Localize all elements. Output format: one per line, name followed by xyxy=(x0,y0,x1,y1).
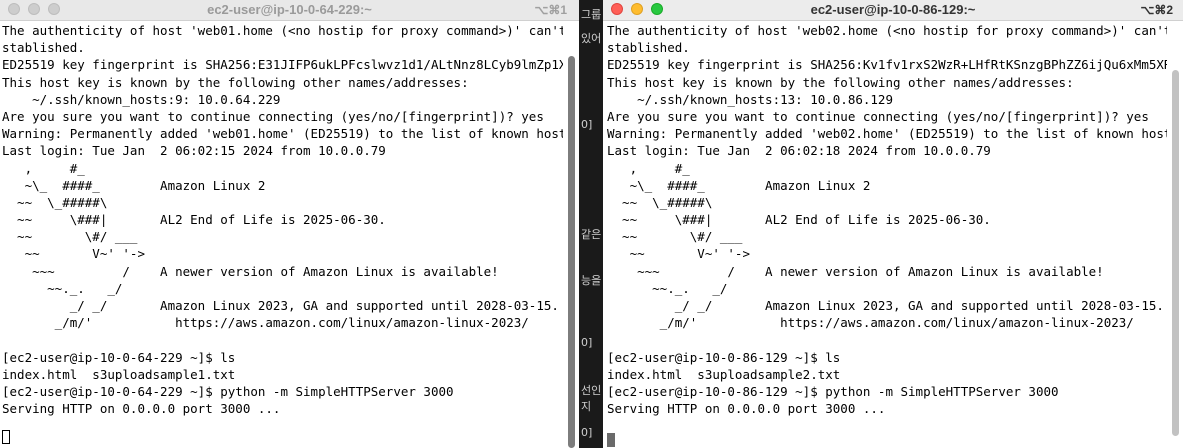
titlebar[interactable]: ec2-user@ip-10-0-86-129:~ ⌥⌘2 xyxy=(603,0,1183,21)
terminal-output[interactable]: The authenticity of host 'web01.home (<n… xyxy=(2,22,563,448)
terminal-line: _/ _/ Amazon Linux 2023, GA and supporte… xyxy=(607,298,1164,313)
terminal-cursor xyxy=(2,430,10,444)
terminal-line: _/m/' https://aws.amazon.com/linux/amazo… xyxy=(607,315,1134,331)
background-text: 같은 xyxy=(581,228,602,241)
terminal-line: ~~._. _/ xyxy=(2,280,123,296)
background-text: 0] xyxy=(581,336,593,349)
background-text: 그룹 xyxy=(581,8,602,21)
terminal-line: This host key is known by the following … xyxy=(607,74,1074,90)
background-text: 능을 xyxy=(581,274,602,287)
terminal-cursor xyxy=(607,433,615,447)
terminal-line: Are you sure you want to continue connec… xyxy=(2,108,544,124)
background-text: 있어 xyxy=(581,32,602,45)
terminal-line: ~/.ssh/known_hosts:9: 10.0.64.229 xyxy=(2,91,281,107)
terminal-line: Warning: Permanently added 'web01.home' … xyxy=(2,126,563,142)
window-shortcut: ⌥⌘1 xyxy=(534,3,567,17)
terminal-line: , #_ xyxy=(607,160,690,176)
window-title: ec2-user@ip-10-0-86-129:~ xyxy=(810,2,976,17)
terminal-line: ED25519 key fingerprint is SHA256:E31JIF… xyxy=(2,57,563,73)
terminal-line: Last login: Tue Jan 2 06:02:18 2024 from… xyxy=(607,143,991,159)
terminal-line: stablished. xyxy=(2,40,85,56)
background-window-strip: 그룹 있어 0] 같은 능을 0] 선인지 0] xyxy=(579,0,603,448)
terminal-line: ~~ \###| AL2 End of Life is 2025-06-30. xyxy=(607,212,991,228)
terminal-line: stablished. xyxy=(607,40,690,56)
terminal-line: This host key is known by the following … xyxy=(2,74,469,90)
terminal-line: ~~ \_#####\ xyxy=(2,194,108,210)
terminal-line: ~~ V~' '-> xyxy=(607,246,750,262)
background-text: 0] xyxy=(581,426,593,439)
terminal-line: ~/.ssh/known_hosts:13: 10.0.86.129 xyxy=(607,91,893,107)
terminal-window-2[interactable]: ec2-user@ip-10-0-86-129:~ ⌥⌘2 The authen… xyxy=(603,0,1183,448)
window-shortcut: ⌥⌘2 xyxy=(1140,3,1173,17)
terminal-line: ~~ V~' '-> xyxy=(2,246,145,262)
terminal-line: _/m/' https://aws.amazon.com/linux/amazo… xyxy=(2,315,529,331)
titlebar[interactable]: ec2-user@ip-10-0-64-229:~ ⌥⌘1 xyxy=(0,0,579,21)
terminal-line: Warning: Permanently added 'web02.home' … xyxy=(607,126,1167,142)
terminal-line: _/ _/ Amazon Linux 2023, GA and supporte… xyxy=(2,298,559,313)
terminal-line: ~\_ ####_ Amazon Linux 2 xyxy=(2,177,266,193)
terminal-line: [ec2-user@ip-10-0-64-229 ~]$ python -m S… xyxy=(2,383,454,399)
terminal-line: [ec2-user@ip-10-0-64-229 ~]$ ls xyxy=(2,349,236,365)
terminal-line: ~~ \#/ ___ xyxy=(607,229,743,245)
background-text: 선인지 xyxy=(581,384,602,413)
terminal-line: ED25519 key fingerprint is SHA256:Kv1fv1… xyxy=(607,57,1167,73)
terminal-line: ~~ \_#####\ xyxy=(607,194,713,210)
terminal-line: Last login: Tue Jan 2 06:02:15 2024 from… xyxy=(2,143,386,159)
terminal-line: Serving HTTP on 0.0.0.0 port 3000 ... xyxy=(2,401,281,417)
terminal-line: Serving HTTP on 0.0.0.0 port 3000 ... xyxy=(607,401,886,417)
background-text: 0] xyxy=(581,118,593,131)
terminal-line: index.html s3uploadsample2.txt xyxy=(607,366,841,382)
terminal-line: ~~~ / A newer version of Amazon Linux is… xyxy=(607,263,1104,279)
window-title: ec2-user@ip-10-0-64-229:~ xyxy=(207,2,372,17)
terminal-window-1[interactable]: ec2-user@ip-10-0-64-229:~ ⌥⌘1 The authen… xyxy=(0,0,579,448)
terminal-line: [ec2-user@ip-10-0-86-129 ~]$ ls xyxy=(607,349,841,365)
scrollbar-thumb[interactable] xyxy=(568,56,575,448)
scrollbar[interactable] xyxy=(1169,22,1183,448)
terminal-line: [ec2-user@ip-10-0-86-129 ~]$ python -m S… xyxy=(607,383,1059,399)
terminal-line: ~~~ / A newer version of Amazon Linux is… xyxy=(2,263,499,279)
terminal-output[interactable]: The authenticity of host 'web02.home (<n… xyxy=(607,22,1167,448)
scrollbar[interactable] xyxy=(565,22,579,448)
terminal-line: Are you sure you want to continue connec… xyxy=(607,108,1149,124)
terminal-line: index.html s3uploadsample1.txt xyxy=(2,366,236,382)
terminal-line: ~~ \###| AL2 End of Life is 2025-06-30. xyxy=(2,212,386,228)
terminal-line: , #_ xyxy=(2,160,85,176)
terminal-line: ~~ \#/ ___ xyxy=(2,229,138,245)
terminal-line: The authenticity of host 'web02.home (<n… xyxy=(607,23,1167,38)
terminal-line: ~~._. _/ xyxy=(607,280,728,296)
terminal-line: The authenticity of host 'web01.home (<n… xyxy=(2,23,563,38)
terminal-line: ~\_ ####_ Amazon Linux 2 xyxy=(607,177,871,193)
scrollbar-thumb[interactable] xyxy=(1172,70,1179,436)
